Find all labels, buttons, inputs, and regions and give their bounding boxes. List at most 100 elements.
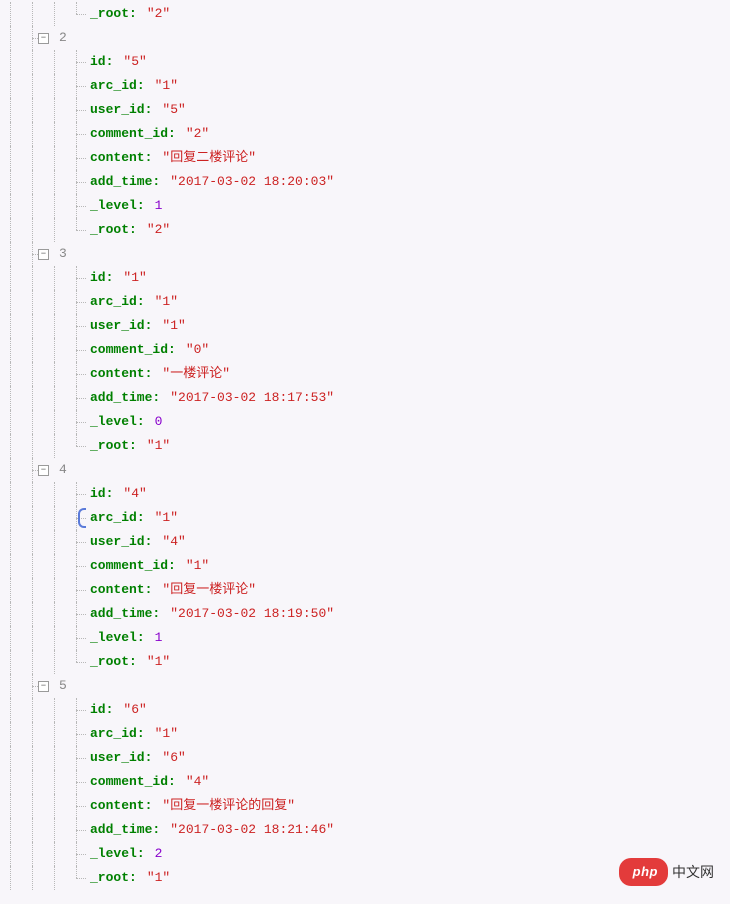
colon: : [145, 146, 153, 170]
watermark-badge: php 中文网 [619, 858, 714, 886]
colon: : [129, 866, 137, 890]
tree-leaf[interactable]: user_id :"5" [0, 98, 730, 122]
colon: : [145, 98, 153, 122]
tree-group-header[interactable]: −2 [0, 26, 730, 50]
tree-leaf[interactable]: arc_id :"1" [0, 290, 730, 314]
tree-leaf[interactable]: _level :1 [0, 194, 730, 218]
json-string-value: "1" [162, 314, 185, 338]
json-string-value: "4" [162, 530, 185, 554]
tree-leaf[interactable]: comment_id :"2" [0, 122, 730, 146]
tree-leaf[interactable]: arc_id :"1" [0, 722, 730, 746]
tree-leaf[interactable]: comment_id : "0" [0, 338, 730, 362]
json-key: arc_id [90, 722, 137, 746]
json-string-value: "2017-03-02 18:21:46" [170, 818, 334, 842]
json-key: _level [90, 842, 137, 866]
colon: : [168, 554, 176, 578]
tree-leaf[interactable]: add_time :"2017-03-02 18:20:03" [0, 170, 730, 194]
colon: : [152, 818, 160, 842]
tree-leaf[interactable]: arc_id :"1" [0, 74, 730, 98]
colon: : [145, 746, 153, 770]
watermark-text: 中文网 [672, 860, 714, 884]
tree-leaf[interactable]: _level :0 [0, 410, 730, 434]
json-string-value: "2017-03-02 18:17:53" [170, 386, 334, 410]
colon: : [106, 698, 114, 722]
colon: : [145, 530, 153, 554]
colon: : [129, 218, 137, 242]
json-key: user_id [90, 530, 145, 554]
colon: : [145, 314, 153, 338]
tree-leaf[interactable]: user_id :"1" [0, 314, 730, 338]
json-string-value: "回复一楼评论" [162, 578, 256, 602]
json-key: comment_id [90, 554, 168, 578]
tree-leaf[interactable]: content :"回复一楼评论" [0, 578, 730, 602]
colon: : [168, 770, 176, 794]
json-key: add_time [90, 602, 152, 626]
colon: : [168, 338, 176, 362]
json-string-value: "1" [123, 266, 146, 290]
colon: : [137, 842, 145, 866]
colon: : [137, 410, 145, 434]
collapse-toggle-icon[interactable]: − [38, 681, 49, 692]
tree-leaf[interactable]: _root :"2" [0, 2, 730, 26]
json-string-value: "0" [186, 338, 209, 362]
json-string-value: "1" [186, 554, 209, 578]
tree-leaf[interactable]: arc_id :"1" [0, 506, 730, 530]
tree-leaf[interactable]: add_time :"2017-03-02 18:17:53" [0, 386, 730, 410]
json-tree: _root :"2"−2id :"5"arc_id :"1"user_id :"… [0, 0, 730, 890]
json-key: _root [90, 218, 129, 242]
group-index: 3 [59, 242, 67, 266]
json-key: _level [90, 410, 137, 434]
json-number-value: 1 [155, 194, 163, 218]
json-string-value: "2" [147, 218, 170, 242]
tree-group-header[interactable]: −3 [0, 242, 730, 266]
json-key: arc_id [90, 506, 137, 530]
colon: : [152, 602, 160, 626]
colon: : [145, 362, 153, 386]
tree-leaf[interactable]: id :"1" [0, 266, 730, 290]
json-string-value: "5" [162, 98, 185, 122]
colon: : [145, 578, 153, 602]
json-key: content [90, 146, 145, 170]
tree-leaf[interactable]: add_time :"2017-03-02 18:19:50" [0, 602, 730, 626]
json-key: comment_id [90, 338, 168, 362]
json-key: content [90, 794, 145, 818]
json-key: _root [90, 434, 129, 458]
tree-group-header[interactable]: −5 [0, 674, 730, 698]
json-string-value: "一楼评论" [162, 362, 230, 386]
tree-leaf[interactable]: user_id : "4" [0, 530, 730, 554]
collapse-toggle-icon[interactable]: − [38, 249, 49, 260]
tree-leaf[interactable]: id :"4" [0, 482, 730, 506]
json-string-value: "2017-03-02 18:20:03" [170, 170, 334, 194]
tree-leaf[interactable]: id :"5" [0, 50, 730, 74]
collapse-toggle-icon[interactable]: − [38, 465, 49, 476]
json-string-value: "4" [123, 482, 146, 506]
colon: : [137, 506, 145, 530]
json-string-value: "1" [147, 434, 170, 458]
tree-leaf[interactable]: content :"一楼评论" [0, 362, 730, 386]
tree-leaf[interactable]: _root : "2" [0, 218, 730, 242]
tree-leaf[interactable]: _root : "1" [0, 434, 730, 458]
tree-leaf[interactable]: comment_id : "1" [0, 554, 730, 578]
json-key: id [90, 266, 106, 290]
json-number-value: 1 [155, 626, 163, 650]
json-string-value: "5" [123, 50, 146, 74]
json-string-value: "1" [147, 866, 170, 890]
tree-leaf[interactable]: _level :1 [0, 626, 730, 650]
tree-leaf[interactable]: add_time :"2017-03-02 18:21:46" [0, 818, 730, 842]
colon: : [137, 626, 145, 650]
json-number-value: 0 [155, 410, 163, 434]
tree-leaf[interactable]: content :"回复一楼评论的回复" [0, 794, 730, 818]
json-string-value: "2" [147, 2, 170, 26]
tree-leaf[interactable]: id :"6" [0, 698, 730, 722]
json-key: id [90, 50, 106, 74]
collapse-toggle-icon[interactable]: − [38, 33, 49, 44]
json-key: _root [90, 650, 129, 674]
tree-leaf[interactable]: _root :"1" [0, 650, 730, 674]
tree-leaf[interactable]: comment_id :"4" [0, 770, 730, 794]
json-key: id [90, 698, 106, 722]
tree-group-header[interactable]: −4 [0, 458, 730, 482]
tree-leaf[interactable]: user_id :"6" [0, 746, 730, 770]
colon: : [129, 434, 137, 458]
tree-leaf[interactable]: content :"回复二楼评论" [0, 146, 730, 170]
colon: : [137, 74, 145, 98]
